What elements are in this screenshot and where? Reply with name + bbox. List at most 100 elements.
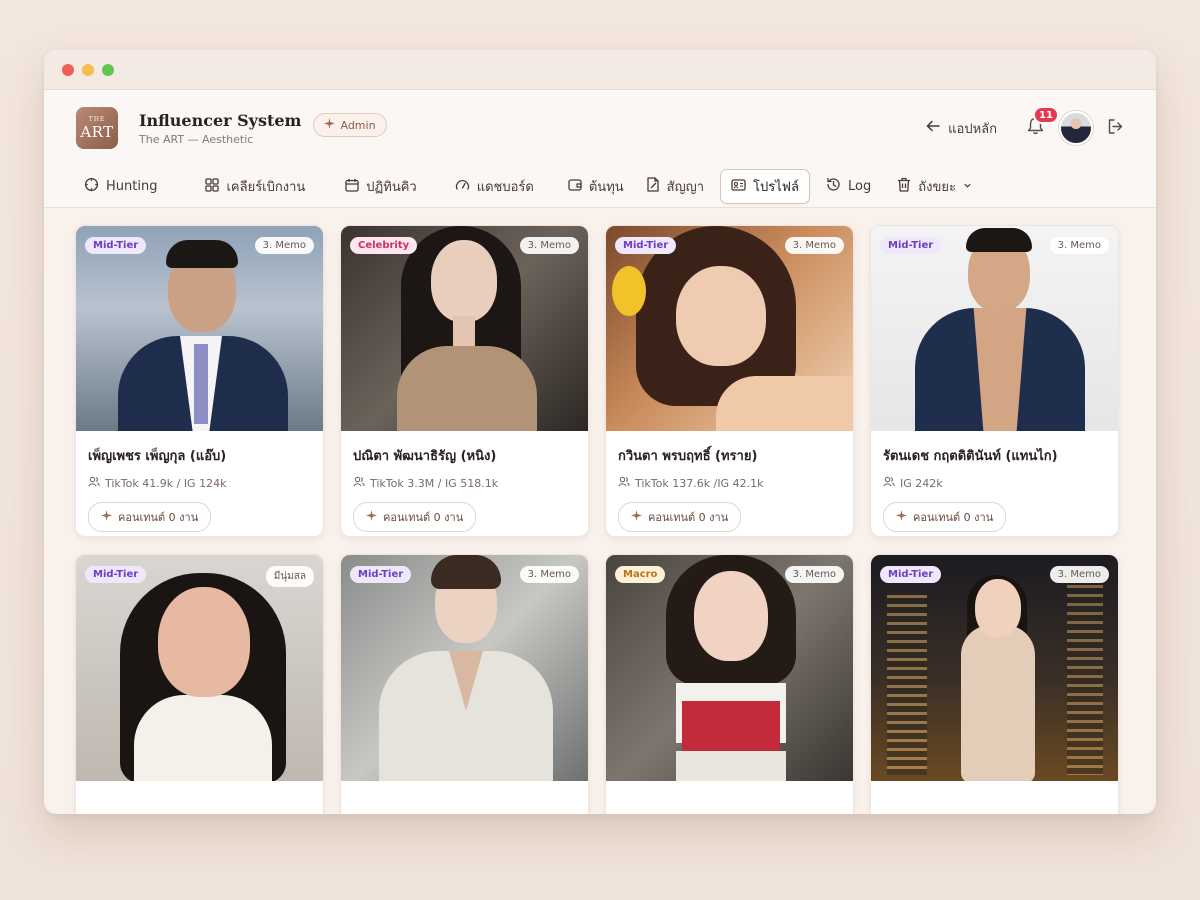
profile-photo: Mid-Tier 3. Memo [606, 226, 853, 431]
notification-bell-button[interactable]: 11 [1025, 106, 1059, 138]
back-to-main-app-link[interactable]: แอปหลัก [926, 118, 997, 139]
tier-badge: Macro [615, 566, 666, 583]
content-count-label: คอนเทนต์ 0 งาน [118, 511, 199, 524]
nav-item-contract[interactable]: สัญญา [636, 170, 714, 203]
nav-item-clear-work[interactable]: เคลียร์เบิกงาน [195, 170, 315, 203]
main-nav: Hunting เคลียร์เบิกงาน ปฏิทินคิว แดชบอร์… [44, 166, 1156, 208]
minimize-window-dot[interactable] [82, 63, 94, 76]
profile-card-icon [731, 178, 746, 195]
content-count-label: คอนเทนต์ 0 งาน [913, 511, 994, 524]
notification-count-badge: 11 [1033, 106, 1059, 124]
tier-badge: Mid-Tier [880, 566, 942, 583]
users-icon [883, 476, 895, 490]
follower-stats-text: TikTok 3.3M / IG 518.1k [370, 476, 499, 490]
nav-item-hunting[interactable]: Hunting [74, 171, 167, 202]
header-actions: แอปหลัก 11 [926, 106, 1124, 145]
chevron-down-icon [963, 179, 972, 194]
app-header: THE ART Influencer System The ART — Aest… [44, 90, 1156, 166]
content-count-label: คอนเทนต์ 0 งาน [648, 511, 729, 524]
title-bar [44, 50, 1156, 90]
user-avatar[interactable] [1059, 111, 1093, 145]
arrow-left-icon [926, 119, 940, 137]
profile-card[interactable]: Celebrity 3. Memo ปณิตา พัฒนาธิรัญ (หนิง… [340, 225, 589, 537]
history-icon [826, 177, 841, 196]
stage-tag: 3. Memo [254, 237, 314, 254]
nav-item-trash[interactable]: ถังขยะ [887, 170, 982, 203]
follower-stats-text: TikTok 137.6k /IG 42.1k [635, 476, 764, 490]
stage-tag: 3. Memo [519, 566, 579, 583]
profile-photo: Mid-Tier 3. Memo [76, 226, 323, 431]
content-count-button[interactable]: คอนเทนต์ 0 งาน [88, 502, 212, 532]
nav-item-log[interactable]: Log [816, 171, 881, 202]
influencer-name: ปณิตา พัฒนาธิรัญ (หนิง) [353, 449, 497, 464]
profile-card[interactable]: Mid-Tier 3. Memo กวินตา พรบฤทธิ์ (ทราย) … [605, 225, 854, 537]
brand-logo[interactable]: THE ART [76, 107, 118, 149]
tier-badge: Mid-Tier [85, 566, 147, 583]
sparkle-icon [631, 510, 642, 524]
wallet-icon [568, 178, 582, 196]
nav-item-label: ปฏิทินคิว [366, 180, 417, 195]
content-count-button[interactable]: คอนเทนต์ 0 งาน [353, 502, 477, 532]
stage-tag: 3. Memo [1049, 566, 1109, 583]
users-icon [353, 476, 365, 490]
content-count-label: คอนเทนต์ 0 งาน [383, 511, 464, 524]
influencer-name: กวินตา พรบฤทธิ์ (ทราย) [618, 449, 758, 464]
app-subtitle: The ART — Aesthetic [139, 132, 254, 146]
follower-stats: TikTok 137.6k /IG 42.1k [618, 476, 841, 490]
sparkle-icon [101, 510, 112, 524]
nav-item-dashboard[interactable]: แดชบอร์ด [445, 170, 544, 203]
logout-button[interactable] [1107, 118, 1124, 139]
stage-tag: มีนุ่มสล [265, 566, 314, 587]
admin-badge-label: Admin [340, 118, 376, 132]
stage-tag: 3. Memo [784, 566, 844, 583]
profile-photo: Macro 3. Memo [606, 555, 853, 781]
content-count-button[interactable]: คอนเทนต์ 0 งาน [618, 502, 742, 532]
stage-tag: 3. Memo [1049, 237, 1109, 254]
nav-item-profile[interactable]: โปรไฟล์ [720, 169, 810, 204]
app-window: THE ART Influencer System The ART — Aest… [44, 50, 1156, 814]
admin-badge: Admin [313, 113, 387, 137]
calendar-icon [345, 178, 359, 196]
profile-card[interactable]: Mid-Tier 3. Memo เพ็ญเพชร เพ็ญกุล (แอ๊บ)… [75, 225, 324, 537]
profile-card[interactable]: Macro 3. Memo [605, 554, 854, 814]
influencer-name: เพ็ญเพชร เพ็ญกุล (แอ๊บ) [88, 449, 227, 464]
profile-card[interactable]: Mid-Tier 3. Memo รัตนเดช กฤตดิตินันท์ (แ… [870, 225, 1119, 537]
follower-stats: TikTok 41.9k / IG 124k [88, 476, 311, 490]
tier-badge: Mid-Tier [85, 237, 147, 254]
profile-photo: Mid-Tier 3. Memo [871, 555, 1118, 781]
crosshair-icon [84, 177, 99, 196]
profile-card[interactable]: Mid-Tier 3. Memo [340, 554, 589, 814]
sparkle-icon [324, 118, 336, 132]
stage-tag: 3. Memo [519, 237, 579, 254]
trash-icon [897, 177, 911, 196]
profile-card[interactable]: Mid-Tier 3. Memo [870, 554, 1119, 814]
follower-stats: IG 242k [883, 476, 1106, 490]
logout-icon [1107, 118, 1124, 139]
nav-item-label: Log [847, 179, 872, 194]
nav-item-label: แดชบอร์ด [476, 180, 534, 195]
nav-item-label: Hunting [106, 179, 158, 194]
nav-item-cost[interactable]: ต้นทุน [558, 170, 634, 203]
stage-tag: 3. Memo [784, 237, 844, 254]
contract-icon [646, 177, 660, 196]
profile-photo: Mid-Tier มีนุ่มสล [76, 555, 323, 781]
nav-item-label: ต้นทุน [588, 180, 624, 195]
nav-item-label: ถังขยะ [918, 180, 956, 195]
nav-item-queue-calendar[interactable]: ปฏิทินคิว [335, 170, 426, 203]
logo-bottom-text: ART [80, 122, 114, 141]
logo-top-text: THE [88, 115, 106, 123]
users-icon [618, 476, 630, 490]
brand-block: Influencer System The ART — Aesthetic [139, 111, 301, 146]
gauge-icon [455, 178, 470, 196]
content-count-button[interactable]: คอนเทนต์ 0 งาน [883, 502, 1007, 532]
tier-badge: Mid-Tier [880, 237, 942, 254]
close-window-dot[interactable] [62, 63, 74, 76]
app-title: Influencer System [139, 110, 302, 130]
sparkle-icon [896, 510, 907, 524]
nav-item-label: โปรไฟล์ [753, 180, 799, 195]
follower-stats-text: TikTok 41.9k / IG 124k [105, 476, 227, 490]
follower-stats-text: IG 242k [900, 476, 943, 490]
nav-item-label: เคลียร์เบิกงาน [226, 180, 306, 195]
profile-card[interactable]: Mid-Tier มีนุ่มสล [75, 554, 324, 814]
maximize-window-dot[interactable] [102, 63, 114, 76]
